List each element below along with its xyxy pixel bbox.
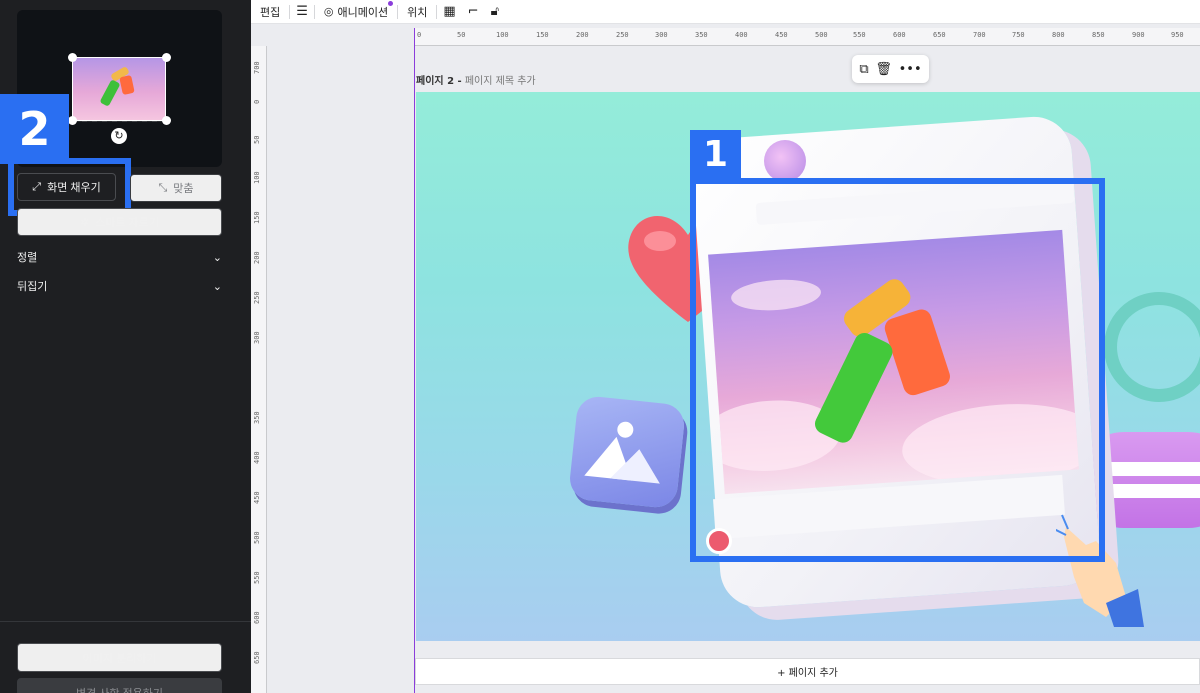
page-title[interactable]: 페이지 2 - 페이지 제목 추가 (416, 72, 536, 87)
menu-lines-icon[interactable]: ☰ (290, 4, 314, 19)
ruler-tick: 100 (496, 31, 509, 39)
ruler-tick: 650 (933, 31, 946, 39)
mountain-icon (584, 436, 660, 484)
separate-image-button[interactable]: 이미지 분리하기 (17, 643, 222, 672)
ruler-tick: 50 (457, 31, 466, 39)
ruler-tick: 550 (853, 31, 866, 39)
duplicate-icon[interactable]: ⧉ (859, 62, 868, 77)
ruler-tick: 500 (253, 531, 261, 544)
ruler-tick: 0 (417, 31, 422, 39)
ruler-tick: 850 (1092, 31, 1105, 39)
macaron-cream (1096, 462, 1200, 476)
page-title-placeholder: 페이지 제목 추가 (464, 76, 536, 87)
ruler-tick: 250 (253, 291, 261, 304)
ruler-tick: 150 (253, 211, 261, 224)
ruler-tick: 600 (253, 611, 261, 624)
paint-roller-icon[interactable]: ⌐ (462, 4, 485, 19)
chevron-down-icon: ⌄ (212, 279, 222, 293)
resize-handle-bottom-left[interactable] (68, 116, 77, 125)
ruler-tick: 650 (253, 651, 261, 664)
more-icon[interactable]: ••• (899, 62, 922, 77)
flip-section[interactable]: 뒤집기 ⌄ (17, 278, 222, 294)
page-guide-line (414, 28, 415, 693)
ruler-tick: 450 (775, 31, 788, 39)
step-1-badge: 1 (690, 130, 741, 180)
ruler-tick: 400 (735, 31, 748, 39)
ruler-tick: 550 (253, 571, 261, 584)
ruler-tick: 450 (253, 491, 261, 504)
align-label: 정렬 (17, 251, 38, 264)
edit-label: 편집 (260, 5, 281, 19)
preview-thumbnail (72, 57, 166, 121)
new-badge-dot (388, 1, 394, 6)
resize-handle-top-right[interactable] (162, 53, 171, 62)
flip-label: 뒤집기 (17, 280, 48, 293)
add-page-button[interactable]: + 페이지 추가 (415, 658, 1200, 685)
ruler-tick: 500 (815, 31, 828, 39)
ruler-tick: 750 (1012, 31, 1025, 39)
align-section[interactable]: 정렬 ⌄ (17, 249, 222, 265)
panel-divider (0, 621, 251, 622)
horizontal-ruler: 0 50 100 150 200 250 300 350 400 450 500… (415, 28, 1200, 46)
separate-image-label: 이미지 분리하기 (82, 652, 157, 665)
ruler-tick: 50 (253, 135, 261, 144)
image-edit-panel: ↻ 2 ⤢ 화면 채우기 ⤡ 맞춤 ✲ 스마트 자르기 정렬 ⌄ 뒤집기 ⌄ 이… (0, 0, 251, 693)
fit-label: 맞춤 (173, 183, 194, 195)
animation-icon: ◎ (323, 5, 334, 18)
page-floating-toolbar: ⧉ 🗑︎ ••• (852, 55, 929, 83)
fit-button[interactable]: ⤡ 맞춤 (130, 174, 222, 202)
position-label: 위치 (407, 5, 428, 19)
vertical-ruler: 700 0 50 100 150 200 250 300 350 400 450… (251, 46, 267, 693)
animation-button[interactable]: ◎ 애니메이션 (315, 0, 397, 23)
apply-changes-label: 변경 사항 적용하기 (76, 685, 163, 693)
ruler-tick: 300 (655, 31, 668, 39)
animation-label: 애니메이션 (337, 5, 389, 19)
smart-crop-button[interactable]: ✲ 스마트 자르기 (17, 208, 222, 236)
shrink-icon: ⤡ (158, 181, 168, 194)
transparency-icon[interactable]: ▦ (437, 4, 461, 19)
ruler-tick: 100 (253, 171, 261, 184)
trash-icon[interactable]: 🗑︎ (875, 62, 892, 77)
ruler-tick: 700 (973, 31, 986, 39)
ruler-tick: 600 (893, 31, 906, 39)
resize-handle-bottom-right[interactable] (162, 116, 171, 125)
image-tile-icon (567, 394, 687, 510)
ruler-tick: 300 (253, 331, 261, 344)
ruler-tick: 800 (1052, 31, 1065, 39)
rotate-icon[interactable]: ↻ (111, 128, 127, 144)
at-sign-3d-icon (1104, 292, 1200, 402)
ruler-tick: 350 (253, 411, 261, 424)
top-toolbar: 편집 ☰ ◎ 애니메이션 위치 ▦ ⌐ 🔓︎ (251, 0, 1200, 24)
resize-handle-top-left[interactable] (68, 53, 77, 62)
position-button[interactable]: 위치 (398, 0, 436, 23)
macaron-cream (1096, 484, 1200, 498)
thumb-green-phone (99, 79, 121, 107)
step-1-highlight (690, 178, 1105, 562)
step-2-badge: 2 (0, 94, 69, 164)
ruler-tick: 950 (1171, 31, 1184, 39)
add-page-label: + 페이지 추가 (777, 668, 838, 679)
ruler-tick: 0 (253, 99, 261, 104)
ruler-tick: 900 (1132, 31, 1145, 39)
apply-changes-button[interactable]: 변경 사항 적용하기 (17, 678, 222, 693)
ruler-tick: 250 (616, 31, 629, 39)
chevron-down-icon: ⌄ (212, 250, 222, 264)
ruler-tick: 200 (576, 31, 589, 39)
lock-icon[interactable]: 🔓︎ (485, 4, 505, 19)
ruler-tick: 200 (253, 251, 261, 264)
ruler-tick: 350 (695, 31, 708, 39)
ruler-tick: 400 (253, 451, 261, 464)
ruler-tick: 150 (536, 31, 549, 39)
page-number-label: 페이지 2 - (416, 76, 462, 87)
magic-wand-icon: ✲ (80, 216, 90, 229)
ruler-tick: 700 (253, 61, 261, 74)
edit-menu[interactable]: 편집 (251, 0, 289, 23)
camera-lens-icon (764, 140, 806, 182)
thumb-red-phone (119, 74, 135, 96)
smart-crop-label: 스마트 자르기 (95, 217, 159, 229)
